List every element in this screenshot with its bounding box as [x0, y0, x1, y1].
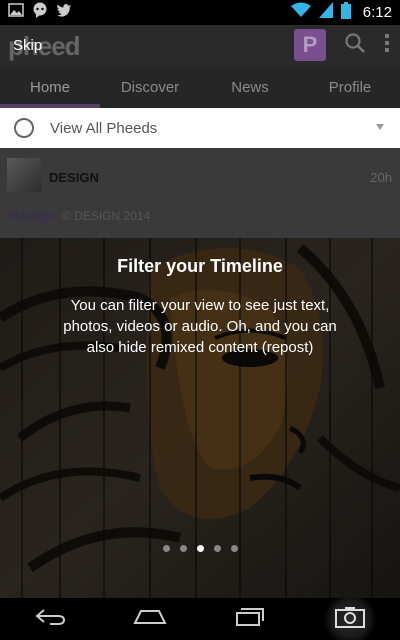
clock: 6:12: [362, 4, 392, 21]
page-indicator: [0, 545, 400, 552]
dropdown-arrow-icon: [376, 124, 384, 130]
recents-icon: [235, 607, 265, 632]
signal-icon: [318, 2, 333, 23]
back-icon: [34, 608, 66, 631]
home-icon: [133, 609, 167, 630]
status-bar: 6:12: [0, 0, 400, 25]
filter-label: View All Pheeds: [50, 119, 158, 137]
pheed-badge-button[interactable]: P: [294, 29, 326, 61]
post-card[interactable]: DESIGN 20h #Design © DESIGN 2014: [0, 148, 400, 238]
tab-label: Discover: [120, 79, 180, 96]
search-icon[interactable]: [344, 32, 366, 59]
post-author: DESIGN: [49, 170, 99, 185]
tab-news[interactable]: News: [200, 67, 300, 108]
twitter-icon: [56, 3, 72, 22]
back-button[interactable]: [20, 598, 80, 640]
page-dot-active[interactable]: [196, 545, 204, 552]
gallery-icon: [8, 3, 24, 22]
tab-discover[interactable]: Discover: [100, 67, 200, 108]
page-dot[interactable]: [230, 545, 238, 552]
tab-label: Profile: [328, 79, 372, 96]
overflow-menu-icon[interactable]: [384, 33, 390, 58]
tab-home[interactable]: Home: [0, 67, 100, 108]
battery-icon: [340, 1, 351, 24]
post-thumbnail: [7, 158, 41, 192]
app-bar: pheed P: [0, 25, 400, 67]
filter-dropdown[interactable]: View All Pheeds: [0, 108, 400, 148]
tab-label: News: [231, 79, 269, 96]
camera-icon: [335, 606, 365, 633]
badge-letter: P: [302, 32, 318, 57]
tour-panel: Filter your Timeline You can filter your…: [0, 250, 400, 358]
wifi-icon: [290, 2, 311, 23]
tour-description: You can filter your view to see just tex…: [63, 297, 337, 356]
home-button[interactable]: [120, 598, 180, 640]
tour-title: Filter your Timeline: [117, 256, 283, 276]
recents-button[interactable]: [220, 598, 280, 640]
post-hashtag[interactable]: #Design: [8, 208, 56, 223]
tab-label: Home: [29, 79, 70, 96]
post-copyright: © DESIGN 2014: [62, 209, 151, 223]
page-dot[interactable]: [162, 545, 170, 552]
page-dot[interactable]: [213, 545, 221, 552]
skip-button[interactable]: Skip: [13, 37, 42, 54]
post-time: 20h: [370, 170, 392, 185]
radio-icon[interactable]: [14, 118, 34, 138]
system-nav-bar: [0, 598, 400, 640]
chat-icon: [32, 2, 48, 23]
tab-bar: Home Discover News Profile: [0, 67, 400, 108]
page-dot[interactable]: [179, 545, 187, 552]
tab-profile[interactable]: Profile: [300, 67, 400, 108]
camera-button[interactable]: [320, 598, 380, 640]
